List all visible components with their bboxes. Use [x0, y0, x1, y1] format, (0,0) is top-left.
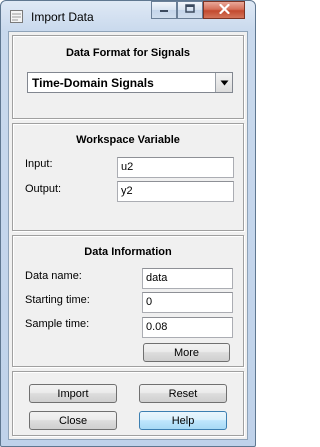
minimize-button[interactable]	[151, 1, 177, 19]
data-information-title: Data Information	[84, 246, 172, 258]
dropdown-arrow[interactable]	[215, 73, 232, 92]
sample-time-field[interactable]: 0.08	[142, 317, 233, 338]
more-button[interactable]: More	[143, 343, 230, 362]
output-variable-field[interactable]: y2	[117, 181, 234, 202]
help-button[interactable]: Help	[139, 411, 227, 430]
close-window-button[interactable]	[203, 1, 245, 19]
data-name-field[interactable]: data	[142, 268, 233, 289]
workspace-variable-title: Workspace Variable	[76, 134, 180, 146]
sample-time-label: Sample time:	[25, 318, 90, 330]
data-format-title: Data Format for Signals	[65, 47, 191, 59]
data-format-select[interactable]: Time-Domain Signals	[27, 72, 233, 93]
import-data-window: Import Data Data Format for Signals Time…	[0, 0, 256, 447]
reset-button[interactable]: Reset	[139, 384, 227, 403]
maximize-button[interactable]	[177, 1, 203, 19]
data-information-panel: Data Information Data name: data Startin…	[12, 235, 244, 367]
starting-time-label: Starting time:	[25, 294, 90, 306]
data-format-panel: Data Format for Signals Time-Domain Sign…	[12, 35, 244, 119]
starting-time-field[interactable]: 0	[142, 292, 233, 313]
window-title: Import Data	[31, 10, 94, 24]
input-label: Input:	[25, 158, 53, 170]
data-name-label: Data name:	[25, 270, 82, 282]
actions-panel: Import Reset Close Help	[12, 371, 244, 436]
close-button[interactable]: Close	[29, 411, 117, 430]
input-variable-field[interactable]: u2	[117, 157, 234, 178]
close-icon	[218, 3, 230, 17]
workspace-variable-panel: Workspace Variable Input: u2 Output: y2	[12, 123, 244, 231]
minimize-icon	[159, 4, 169, 16]
import-button[interactable]: Import	[29, 384, 117, 403]
chevron-down-icon	[220, 77, 229, 89]
output-label: Output:	[25, 183, 62, 195]
app-icon	[10, 10, 23, 23]
data-format-value: Time-Domain Signals	[32, 76, 154, 90]
title-bar[interactable]: Import Data	[1, 1, 255, 31]
dialog-content: Data Format for Signals Time-Domain Sign…	[8, 31, 248, 440]
maximize-icon	[185, 4, 195, 16]
